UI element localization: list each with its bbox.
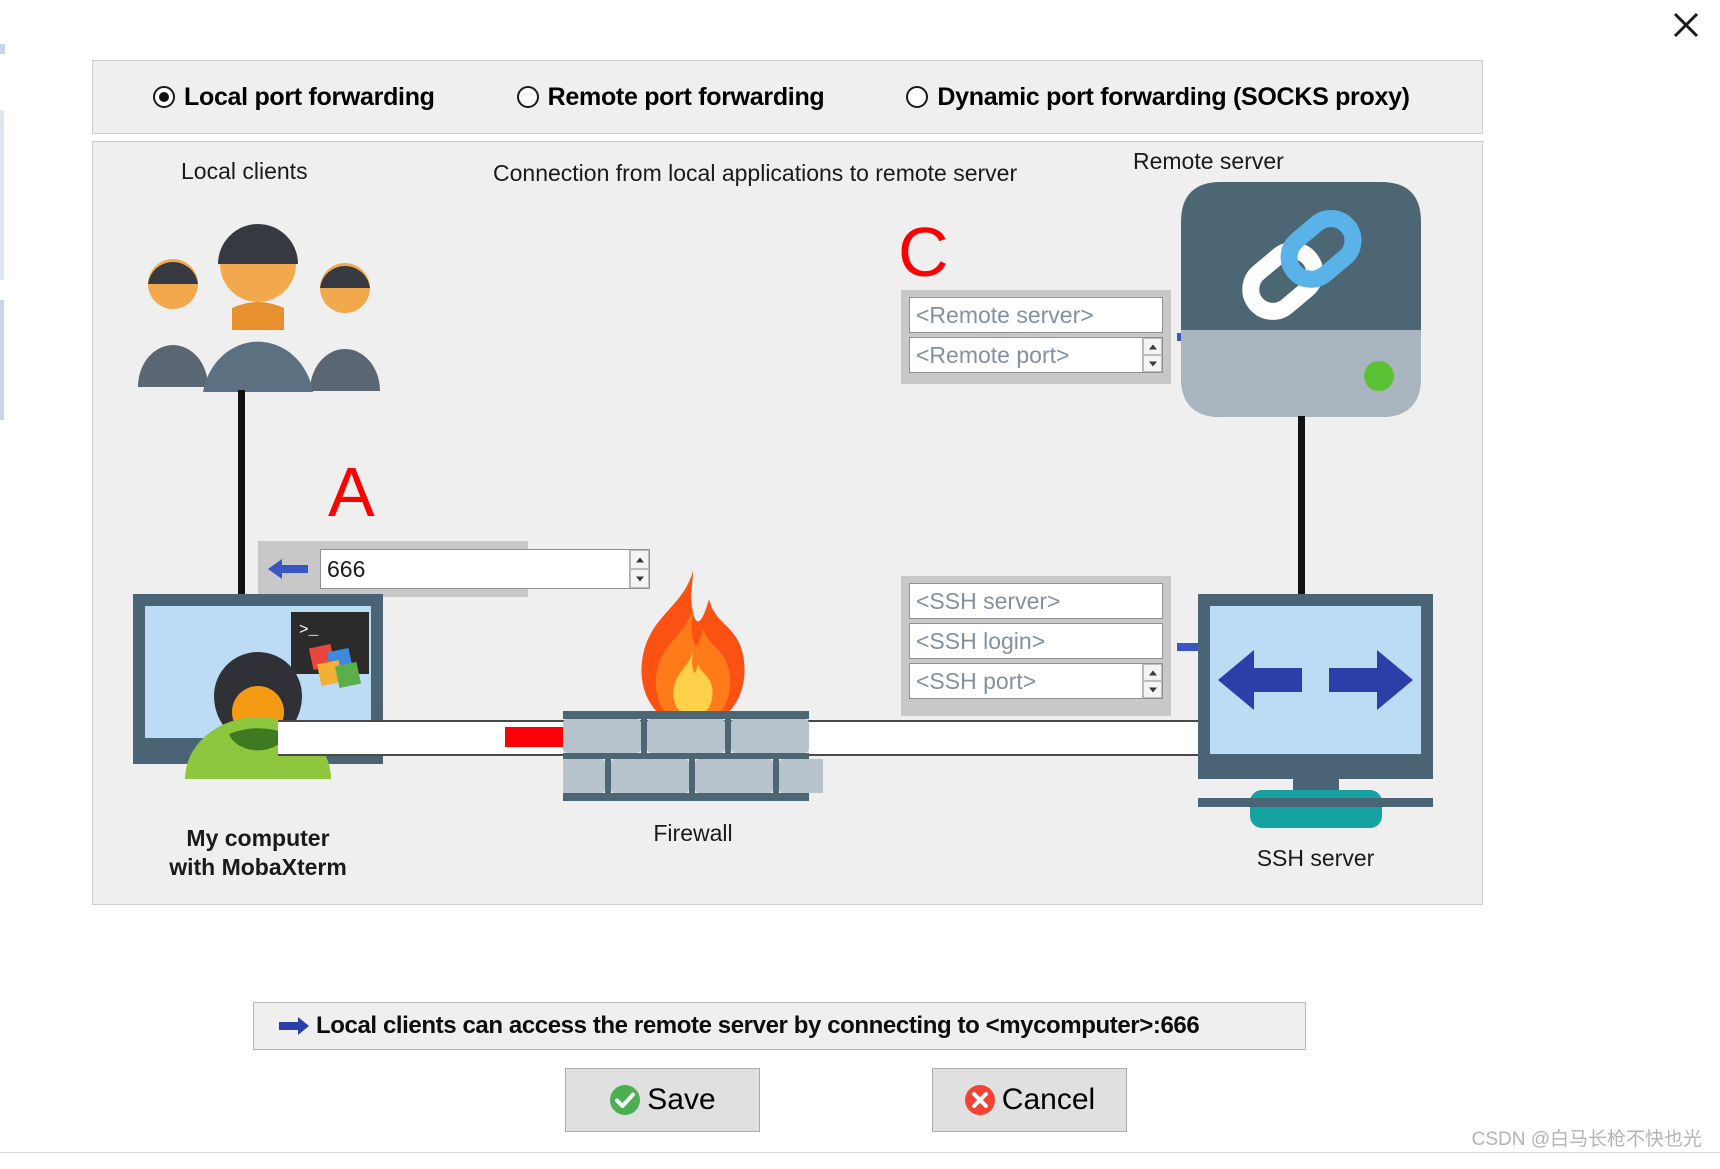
radio-indicator-remote[interactable] [516,86,539,108]
ssh-port-input[interactable] [910,664,1142,698]
save-button-label: Save [647,1083,716,1116]
remote-port-input[interactable] [910,338,1142,372]
footer-hint: Local clients can access the remote serv… [253,1002,1306,1050]
annotation-c: C [898,213,949,291]
close-icon [1673,12,1699,38]
label-local-clients: Local clients [181,158,308,184]
arrow-right-icon [279,1017,309,1035]
radio-label-remote: Remote port forwarding [547,82,825,111]
check-circle-icon [610,1085,641,1115]
local-clients-icon [138,224,380,392]
remote-port-field[interactable] [909,337,1163,373]
bottom-ghost-text [10,1153,15,1165]
radio-indicator-dynamic[interactable] [906,86,929,108]
radio-remote-port-forwarding[interactable]: Remote port forwarding [516,82,825,112]
ssh-login-input[interactable] [910,624,1162,658]
ssh-server-icon [1198,594,1433,828]
ssh-server-field[interactable] [909,583,1163,619]
remote-server-icon [1181,182,1421,417]
edge-artifact [0,110,4,280]
radio-indicator-local[interactable] [153,86,175,108]
arrow-left-icon [268,559,308,579]
label-my-computer-line1: My computer [186,825,330,851]
ssh-port-spinner[interactable] [1142,664,1162,698]
cancel-button[interactable]: Cancel [932,1068,1127,1132]
remote-target-group [901,290,1171,384]
radio-label-local: Local port forwarding [184,82,435,111]
forwarded-port-group [258,541,650,597]
firewall-icon [563,571,823,801]
radio-local-port-forwarding[interactable]: Local port forwarding [153,83,435,112]
spinner-up-icon[interactable] [1143,338,1162,355]
svg-text:>_: >_ [299,621,319,639]
radio-label-dynamic: Dynamic port forwarding (SOCKS proxy) [937,82,1410,111]
forwarding-diagram: Local clients Connection from local appl… [92,141,1483,905]
edge-artifact [0,300,4,420]
ssh-connection-group [901,576,1171,716]
annotation-a: A [328,453,375,531]
close-button[interactable] [1658,0,1714,50]
label-firewall: Firewall [653,820,733,846]
label-remote-server: Remote server [1133,148,1284,174]
watermark: CSDN @白马长枪不快也光 [1471,1129,1702,1150]
wire-remote-to-ssh [1298,416,1305,596]
remote-server-field[interactable] [909,297,1163,333]
spinner-down-icon[interactable] [1143,355,1162,372]
bottom-strip [0,1152,1720,1169]
wire-clients-to-computer [238,390,245,595]
port-forwarding-dialog: Local port forwarding Remote port forwar… [0,0,1720,1169]
label-my-computer-line2: with MobaXterm [169,854,347,880]
radio-dynamic-port-forwarding[interactable]: Dynamic port forwarding (SOCKS proxy) [906,82,1410,112]
ssh-port-field[interactable] [909,663,1163,699]
label-connection-caption: Connection from local applications to re… [493,160,1018,186]
remote-port-spinner[interactable] [1142,338,1162,372]
ssh-server-input[interactable] [910,584,1162,618]
footer-hint-text: Local clients can access the remote serv… [316,1012,1200,1039]
ssh-login-field[interactable] [909,623,1163,659]
spinner-down-icon[interactable] [1143,681,1162,698]
save-button[interactable]: Save [565,1068,760,1132]
x-circle-icon [964,1085,995,1115]
label-ssh-server: SSH server [1256,845,1375,871]
forwarding-mode-group: Local port forwarding Remote port forwar… [92,60,1483,134]
spinner-up-icon[interactable] [1143,664,1162,681]
edge-artifact [0,44,5,54]
cancel-button-label: Cancel [1001,1083,1096,1116]
remote-server-input[interactable] [910,298,1162,332]
